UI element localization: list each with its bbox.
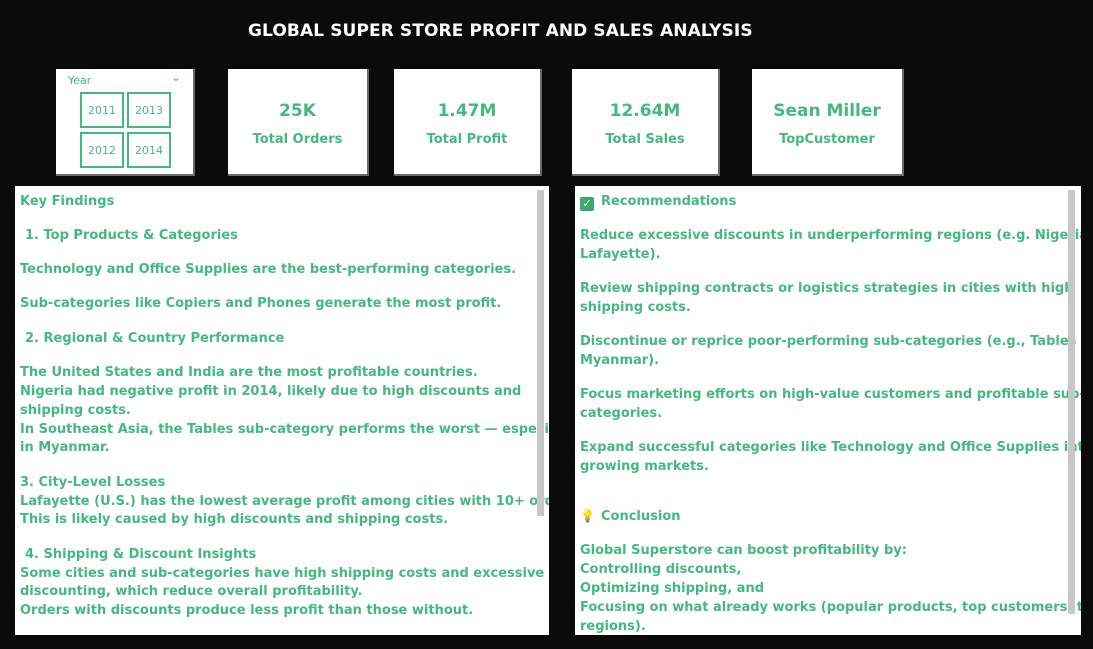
kpi-label: TopCustomer <box>779 132 875 147</box>
recommendations-panel: ✓ Recommendations Reduce excessive discou… <box>575 186 1081 635</box>
recommendation-text: Discontinue or reprice poor-performing s… <box>580 334 1081 349</box>
kpi-card-top-customer: Sean Miller TopCustomer <box>752 69 904 176</box>
section-heading: 1. Top Products & Categories <box>25 228 238 243</box>
year-option-2012[interactable]: 2012 <box>80 132 124 168</box>
year-option-2013[interactable]: 2013 <box>127 92 171 128</box>
recommendations-heading: ✓ Recommendations <box>580 192 736 211</box>
kpi-value: Sean Miller <box>773 101 881 121</box>
section-heading: 2. Regional & Country Performance <box>25 331 285 346</box>
recommendation-text: categories. <box>580 406 663 421</box>
recommendation-text: Lafayette). <box>580 247 661 262</box>
recommendation-text: Myanmar). <box>580 353 660 368</box>
chevron-down-icon[interactable]: ⌄ <box>171 70 181 84</box>
finding-text: The United States and India are the most… <box>20 365 478 380</box>
kpi-card-total-sales: 12.64M Total Sales <box>572 69 720 176</box>
recommendations-title: Recommendations <box>601 194 737 209</box>
year-option-2011[interactable]: 2011 <box>80 92 124 128</box>
conclusion-heading: 💡 Conclusion <box>580 507 681 526</box>
finding-text: This is likely caused by high discounts … <box>20 512 449 527</box>
kpi-value: 25K <box>279 101 316 121</box>
finding-text: Nigeria had negative profit in 2014, lik… <box>20 384 522 399</box>
section-heading: 3. City-Level Losses <box>20 475 166 490</box>
kpi-value: 12.64M <box>609 101 681 121</box>
recommendation-text: shipping costs. <box>580 300 691 315</box>
year-option-2014[interactable]: 2014 <box>127 132 171 168</box>
finding-text: Some cities and sub-categories have high… <box>20 566 545 581</box>
key-findings-panel: Key Findings 1. Top Products & Categorie… <box>15 186 549 635</box>
conclusion-text: Global Superstore can boost profitabilit… <box>580 543 907 558</box>
recommendation-text: growing markets. <box>580 459 709 474</box>
finding-text: Lafayette (U.S.) has the lowest average … <box>20 494 549 509</box>
light-bulb-icon: 💡 <box>580 509 595 523</box>
finding-text: In Southeast Asia, the Tables sub-catego… <box>20 422 549 437</box>
kpi-label: Total Profit <box>426 132 508 147</box>
kpi-value: 1.47M <box>437 101 497 121</box>
recommendation-text: Reduce excessive discounts in underperfo… <box>580 228 1081 243</box>
year-slicer[interactable]: Year ⌄ 2011 2013 2012 2014 <box>56 69 195 176</box>
conclusion-text: Focusing on what already works (popular … <box>580 600 1081 615</box>
kpi-label: Total Orders <box>252 132 343 147</box>
finding-text: shipping costs. <box>20 403 131 418</box>
conclusion-text: regions). <box>580 619 646 634</box>
finding-text: Orders with discounts produce less profi… <box>20 603 474 618</box>
finding-text: Technology and Office Supplies are the b… <box>20 262 517 277</box>
page-title: GLOBAL SUPER STORE PROFIT AND SALES ANAL… <box>248 21 753 41</box>
finding-text: in Myanmar. <box>20 440 110 455</box>
finding-text: discounting, which reduce overall profit… <box>20 584 363 599</box>
kpi-label: Total Sales <box>605 132 685 147</box>
recommendation-text: Expand successful categories like Techno… <box>580 440 1081 455</box>
section-heading: 4. Shipping & Discount Insights <box>25 547 257 562</box>
conclusion-title: Conclusion <box>601 509 681 524</box>
scrollbar[interactable] <box>537 190 544 516</box>
key-findings-title: Key Findings <box>20 194 115 209</box>
check-box-icon: ✓ <box>580 197 594 211</box>
kpi-card-total-profit: 1.47M Total Profit <box>394 69 542 176</box>
recommendation-text: Review shipping contracts or logistics s… <box>580 281 1074 296</box>
conclusion-text: Controlling discounts, <box>580 562 742 577</box>
conclusion-text: Optimizing shipping, and <box>580 581 765 596</box>
kpi-card-total-orders: 25K Total Orders <box>228 69 369 176</box>
scrollbar[interactable] <box>1068 190 1075 614</box>
year-slicer-label: Year <box>68 74 92 87</box>
recommendation-text: Focus marketing efforts on high-value cu… <box>580 387 1081 402</box>
finding-text: Sub-categories like Copiers and Phones g… <box>20 296 502 311</box>
